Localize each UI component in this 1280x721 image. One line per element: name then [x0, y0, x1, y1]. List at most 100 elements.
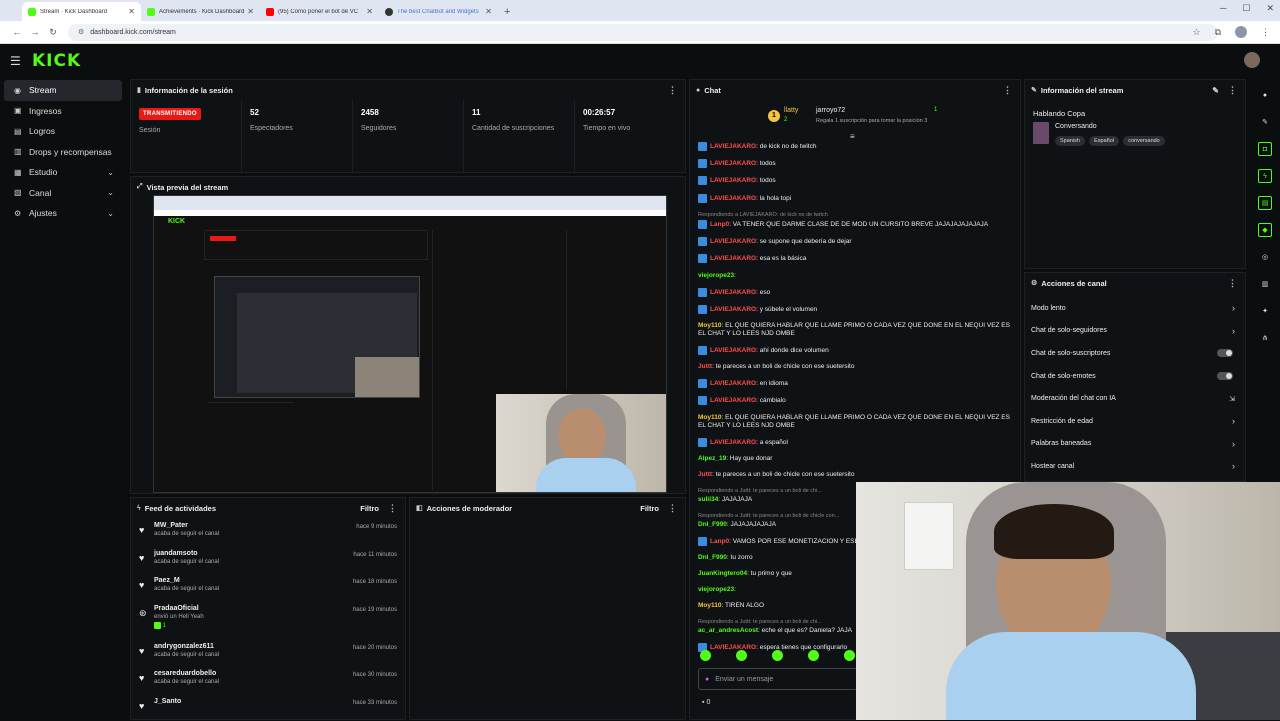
filter-button[interactable]: Filtro	[640, 504, 659, 513]
bookmark-star-icon[interactable]: ☆	[1192, 27, 1200, 38]
chat-message[interactable]: LAVIEJAKARO: y súbele el volumen	[698, 305, 1014, 314]
emote-icon[interactable]	[700, 650, 711, 661]
reload-icon[interactable]: ↻	[44, 27, 62, 38]
chat-username[interactable]: LAVIEJAKARO	[710, 439, 756, 446]
emote-icon[interactable]	[844, 650, 855, 661]
hamburger-menu-icon[interactable]: ☰	[10, 54, 30, 68]
more-options-icon[interactable]: ⋮	[388, 503, 397, 514]
list-item[interactable]: ♥ juandamsotoacaba de seguir el canal ha…	[131, 546, 405, 574]
close-icon[interactable]: ✕	[247, 7, 254, 16]
chat-username[interactable]: Dnl_F990	[698, 554, 727, 561]
chat-username[interactable]: Moy110	[698, 602, 722, 609]
chat-message[interactable]: LAVIEJAKARO: la hola topi	[698, 194, 1014, 203]
chat-username[interactable]: LAVIEJAKARO	[710, 380, 756, 387]
pencil-icon[interactable]: ✎	[1258, 115, 1272, 129]
chat-message[interactable]: LAVIEJAKARO: esa es la básica	[698, 254, 1014, 263]
back-icon[interactable]: ←	[8, 27, 26, 37]
chat-username[interactable]: LAVIEJAKARO	[710, 160, 756, 167]
chat-username[interactable]: Lanp0	[710, 221, 729, 228]
forward-icon[interactable]: →	[26, 27, 44, 37]
browser-tab[interactable]: Achievements · Kick Dashboard ✕	[141, 2, 260, 21]
chat-message[interactable]: LAVIEJAKARO: en idioma	[698, 379, 1014, 388]
chat-message[interactable]: viejorope23:	[698, 272, 1014, 280]
close-icon[interactable]: ✕	[366, 7, 373, 16]
emote-icon[interactable]	[772, 650, 783, 661]
chat-username[interactable]: viejorope23	[698, 272, 734, 279]
action-banned-words[interactable]: Palabras baneadas›	[1025, 433, 1245, 456]
wrench-icon[interactable]: ✦	[1258, 304, 1272, 318]
chat-message[interactable]: Juttt: te pareces a un boli de chicle co…	[698, 363, 1014, 371]
maximize-icon[interactable]: ☐	[1242, 3, 1250, 14]
feed-username[interactable]: MW_Pater	[154, 522, 219, 529]
category-name[interactable]: Conversando	[1055, 123, 1097, 130]
expand-chevron-icon[interactable]: ≡	[850, 132, 855, 141]
chat-message[interactable]: LAVIEJAKARO: todos	[698, 159, 1014, 168]
close-icon[interactable]: ✕	[485, 7, 492, 16]
share-icon[interactable]: ⋔	[1258, 331, 1272, 345]
action-slow-mode[interactable]: Modo lento›	[1025, 297, 1245, 320]
chat-message[interactable]: LAVIEJAKARO: de kick no de twitch	[698, 142, 1014, 151]
sidebar-item-logros[interactable]: ▤ Logros	[4, 121, 122, 142]
clipboard-icon[interactable]: ▤	[1258, 196, 1272, 210]
sidebar-item-ingresos[interactable]: ▣ Ingresos	[4, 101, 122, 122]
chat-username[interactable]: LAVIEJAKARO	[710, 195, 756, 202]
more-options-icon[interactable]: ⋮	[1228, 85, 1237, 96]
action-host-channel[interactable]: Hostear canal›	[1025, 455, 1245, 478]
list-item[interactable]: ♥ J_Santo hace 33 minutos	[131, 694, 405, 721]
chat-username[interactable]: Juttt	[698, 471, 712, 478]
browser-tab[interactable]: Stream · Kick Dashboard ✕	[22, 2, 141, 21]
emote-icon[interactable]	[736, 650, 747, 661]
chat-username[interactable]: LAVIEJAKARO	[710, 347, 756, 354]
action-followers-only[interactable]: Chat de solo-seguidores›	[1025, 320, 1245, 343]
feed-username[interactable]: Paez_M	[154, 577, 219, 584]
chat-username[interactable]: LAVIEJAKARO	[710, 289, 756, 296]
chat-username[interactable]: LAVIEJAKARO	[710, 143, 756, 150]
edit-icon[interactable]: ✎	[1212, 86, 1219, 95]
site-info-icon[interactable]: ⚙	[78, 28, 84, 36]
expand-icon[interactable]: ⤢	[137, 183, 143, 191]
list-item[interactable]: ♥ andrygonzalez611acaba de seguir el can…	[131, 639, 405, 667]
feed-username[interactable]: PradaaOficial	[154, 605, 204, 612]
minimize-icon[interactable]: ─	[1220, 3, 1226, 14]
list-item[interactable]: ♥ Paez_Macaba de seguir el canal hace 18…	[131, 573, 405, 601]
close-window-icon[interactable]: ✕	[1266, 3, 1274, 14]
more-options-icon[interactable]: ⋮	[668, 85, 677, 96]
chat-message[interactable]: LAVIEJAKARO: a español	[698, 438, 1014, 447]
sidebar-item-stream[interactable]: ◉ Stream	[4, 80, 122, 101]
chat-message[interactable]: Moy110: EL QUE QUIERA HABLAR QUE LLAME P…	[698, 322, 1014, 338]
emotes-only-toggle[interactable]	[1217, 372, 1233, 380]
chat-message[interactable]: LAVIEJAKARO: ahí donde dice volumen	[698, 346, 1014, 355]
chat-message[interactable]: Alpez_19: Hay que donar	[698, 455, 1014, 463]
camera-icon[interactable]: ◘	[1258, 142, 1272, 156]
top-gifter-name[interactable]: llatty	[784, 107, 798, 114]
filter-button[interactable]: Filtro	[360, 504, 379, 513]
chat-username[interactable]: Alpez_19	[698, 455, 726, 462]
sidebar-item-drops[interactable]: ▥ Drops y recompensas	[4, 142, 122, 163]
chat-message[interactable]: LAVIEJAKARO: todos	[698, 176, 1014, 185]
more-options-icon[interactable]: ⋮	[1003, 85, 1012, 96]
user-avatar[interactable]	[1244, 52, 1260, 68]
browser-tab[interactable]: (95) Como poner el bot de VC ✕	[260, 2, 379, 21]
chat-username[interactable]: Dnl_F990	[698, 521, 727, 528]
chat-bubble-icon[interactable]: ◆	[1258, 223, 1272, 237]
reply-reference[interactable]: Respondiendo a LAVIEJAKARO: de kick no d…	[698, 211, 1014, 219]
broadcast-icon[interactable]: ◎	[1258, 250, 1272, 264]
sidebar-item-estudio[interactable]: ▦ Estudio ⌄	[4, 162, 122, 183]
top-user-name[interactable]: jarroyo72	[816, 107, 845, 114]
action-ai-moderation[interactable]: Moderación del chat con IA⇲	[1025, 387, 1245, 410]
action-age-restriction[interactable]: Restricción de edad›	[1025, 410, 1245, 433]
chat-message[interactable]: Juttt: te pareces a un boli de chicle co…	[698, 471, 1014, 479]
chat-username[interactable]: viejorope23	[698, 586, 734, 593]
chat-username[interactable]: LAVIEJAKARO	[710, 238, 756, 245]
subscribers-only-toggle[interactable]	[1217, 349, 1233, 357]
list-item[interactable]: ♥ cesareduardobelloacaba de seguir el ca…	[131, 666, 405, 694]
feed-username[interactable]: J_Santo	[154, 698, 181, 705]
chat-username[interactable]: Moy110	[698, 322, 722, 329]
emote-icon[interactable]	[808, 650, 819, 661]
chat-username[interactable]: JuanKingtero04	[698, 570, 747, 577]
list-item[interactable]: ♥ MW_Pateracaba de seguir el canal hace …	[131, 518, 405, 546]
sidebar-item-canal[interactable]: ▧ Canal ⌄	[4, 183, 122, 204]
sidebar-item-ajustes[interactable]: ⚙ Ajustes ⌄	[4, 203, 122, 224]
close-icon[interactable]: ✕	[128, 7, 135, 16]
chat-username[interactable]: LAVIEJAKARO	[710, 306, 756, 313]
